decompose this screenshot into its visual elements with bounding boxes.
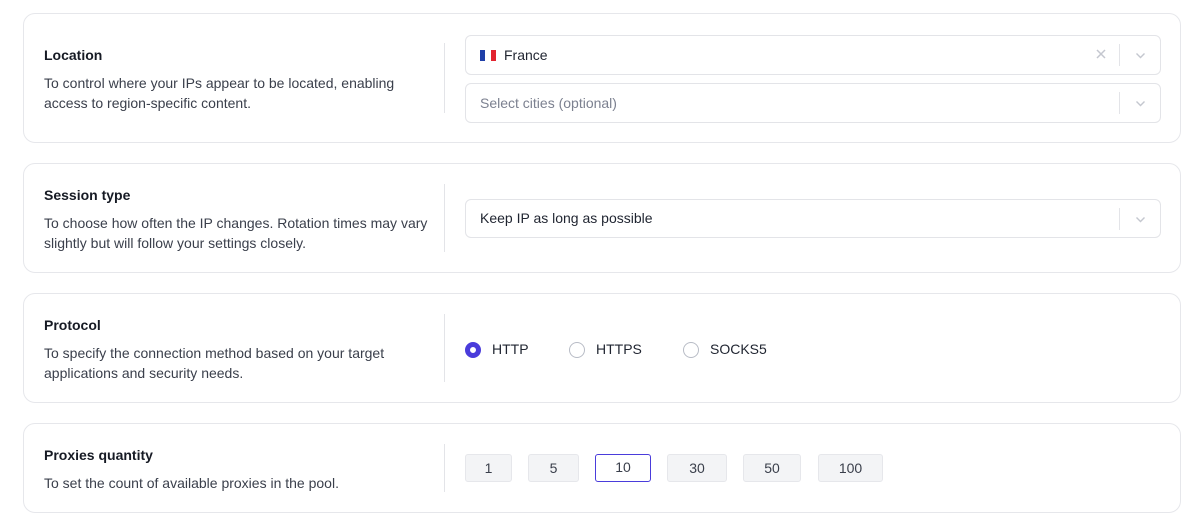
radio-http-checked-icon[interactable] bbox=[465, 342, 481, 358]
radio-https-label: HTTPS bbox=[596, 341, 642, 357]
chevron-down-icon[interactable] bbox=[1135, 214, 1146, 225]
cities-select[interactable]: Select cities (optional) bbox=[465, 83, 1161, 123]
session-type-value: Keep IP as long as possible bbox=[480, 210, 653, 226]
country-select[interactable]: France bbox=[465, 35, 1161, 75]
country-select-separator bbox=[1119, 44, 1120, 66]
quantity-option-10[interactable]: 10 bbox=[595, 454, 651, 482]
session-type-select[interactable]: Keep IP as long as possible bbox=[465, 199, 1161, 238]
quantity-description: To set the count of available proxies in… bbox=[44, 475, 339, 491]
session-title: Session type bbox=[44, 187, 131, 203]
radio-http-label: HTTP bbox=[492, 341, 529, 357]
quantity-option-50[interactable]: 50 bbox=[743, 454, 801, 482]
session-description: To choose how often the IP changes. Rota… bbox=[44, 215, 428, 251]
location-title: Location bbox=[44, 47, 103, 63]
country-select-value: France bbox=[480, 47, 548, 63]
quantity-option-100[interactable]: 100 bbox=[818, 454, 883, 482]
country-label: France bbox=[504, 47, 548, 63]
session-type-card: Session type To choose how often the IP … bbox=[23, 163, 1181, 273]
session-select-separator bbox=[1119, 208, 1120, 230]
chevron-down-icon[interactable] bbox=[1135, 98, 1146, 109]
location-description: To control where your IPs appear to be l… bbox=[44, 75, 395, 111]
location-divider bbox=[444, 43, 445, 113]
session-divider bbox=[444, 184, 445, 252]
cities-select-separator bbox=[1119, 92, 1120, 114]
cities-placeholder: Select cities (optional) bbox=[480, 95, 617, 111]
quantity-option-1[interactable]: 1 bbox=[465, 454, 512, 482]
protocol-description: To specify the connection method based o… bbox=[44, 345, 385, 381]
clear-icon[interactable] bbox=[1094, 47, 1108, 61]
location-card: Location To control where your IPs appea… bbox=[23, 13, 1181, 143]
protocol-divider bbox=[444, 314, 445, 382]
quantity-option-5[interactable]: 5 bbox=[528, 454, 579, 482]
radio-socks5-unchecked-icon[interactable] bbox=[683, 342, 699, 358]
protocol-title: Protocol bbox=[44, 317, 101, 333]
radio-https-unchecked-icon[interactable] bbox=[569, 342, 585, 358]
protocol-card: Protocol To specify the connection metho… bbox=[23, 293, 1181, 403]
proxies-quantity-card: Proxies quantity To set the count of ava… bbox=[23, 423, 1181, 513]
quantity-title: Proxies quantity bbox=[44, 447, 153, 463]
flag-france-icon bbox=[480, 50, 496, 61]
quantity-divider bbox=[444, 444, 445, 492]
quantity-option-30[interactable]: 30 bbox=[667, 454, 727, 482]
chevron-down-icon[interactable] bbox=[1135, 50, 1146, 61]
radio-socks5-label: SOCKS5 bbox=[710, 341, 767, 357]
